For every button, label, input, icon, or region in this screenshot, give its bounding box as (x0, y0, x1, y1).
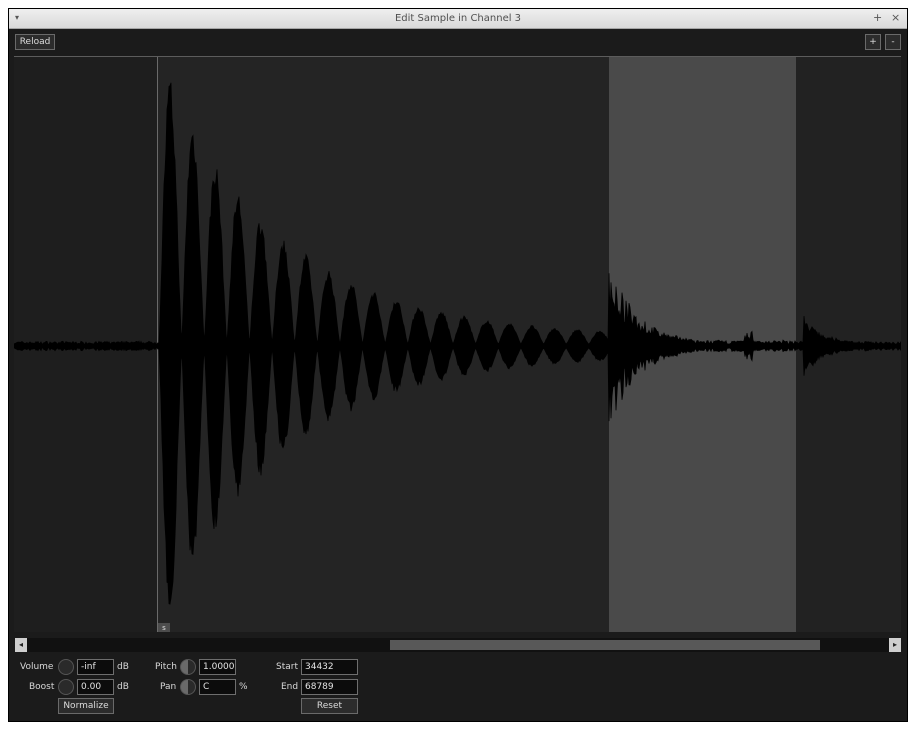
horizontal-scrollbar[interactable]: ◂ ▸ (15, 638, 901, 652)
pan-unit: % (239, 682, 248, 692)
zoom-out-button[interactable]: - (885, 34, 901, 50)
pan-knob[interactable] (180, 679, 196, 695)
start-field[interactable]: 34432 (301, 659, 358, 675)
boost-field[interactable]: 0.00 (77, 679, 114, 695)
scroll-left-icon[interactable]: ◂ (15, 638, 27, 652)
start-marker-label[interactable]: s (158, 623, 170, 632)
pitch-field[interactable]: 1.0000 (199, 659, 236, 675)
scroll-thumb[interactable] (390, 640, 820, 650)
pin-icon[interactable]: + (873, 12, 882, 24)
close-icon[interactable]: × (891, 12, 900, 24)
waveform-canvas[interactable] (14, 57, 901, 632)
pan-label: Pan (160, 682, 177, 692)
boost-unit: dB (117, 682, 129, 692)
reset-button[interactable]: Reset (301, 698, 358, 714)
end-field[interactable]: 68789 (301, 679, 358, 695)
waveform-display[interactable]: s (14, 56, 901, 632)
normalize-button[interactable]: Normalize (58, 698, 114, 714)
volume-knob[interactable] (58, 659, 74, 675)
pan-field[interactable]: C (199, 679, 236, 695)
end-label: End (281, 682, 299, 692)
sample-editor-window: ▾ Edit Sample in Channel 3 + × Reload + … (8, 8, 908, 722)
zoom-in-button[interactable]: + (865, 34, 881, 50)
window-title: Edit Sample in Channel 3 (394, 13, 522, 24)
title-bar: ▾ Edit Sample in Channel 3 + × (9, 9, 907, 29)
volume-field[interactable]: -inf (77, 659, 114, 675)
pitch-knob[interactable] (180, 659, 196, 675)
start-label: Start (276, 662, 298, 672)
pitch-label: Pitch (155, 662, 177, 672)
volume-label: Volume (20, 662, 54, 672)
volume-unit: dB (117, 662, 129, 672)
scroll-right-icon[interactable]: ▸ (889, 638, 901, 652)
boost-knob[interactable] (58, 679, 74, 695)
boost-label: Boost (29, 682, 55, 692)
reload-button[interactable]: Reload (15, 34, 55, 50)
